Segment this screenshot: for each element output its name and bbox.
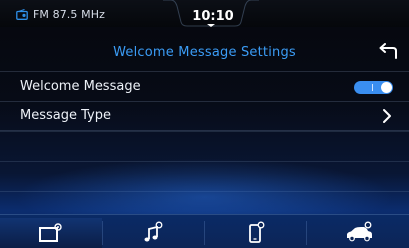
vehicle-settings-icon bbox=[347, 221, 372, 242]
nav-vehicle-settings[interactable] bbox=[306, 218, 408, 248]
toggle-knob bbox=[381, 82, 392, 93]
toggle-on-mark bbox=[372, 84, 373, 91]
message-type-row[interactable]: Message Type bbox=[0, 101, 409, 131]
background-glow bbox=[0, 155, 409, 215]
nav-sound-settings[interactable] bbox=[102, 218, 204, 248]
welcome-message-label: Welcome Message bbox=[20, 79, 141, 94]
back-arrow-icon[interactable] bbox=[376, 43, 400, 61]
bottom-nav bbox=[0, 214, 409, 248]
radio-frequency: FM 87.5 MHz bbox=[33, 8, 105, 21]
welcome-message-row[interactable]: Welcome Message bbox=[0, 71, 409, 102]
welcome-message-toggle[interactable] bbox=[354, 81, 393, 94]
settings-screen: FM 87.5 MHz 10:10 Welcome Message Settin… bbox=[0, 0, 409, 248]
list-divider bbox=[0, 131, 409, 132]
clock: 10:10 bbox=[192, 9, 234, 24]
radio-icon bbox=[16, 9, 28, 20]
phone-settings-icon bbox=[249, 221, 265, 243]
nav-phone-settings[interactable] bbox=[204, 218, 306, 248]
message-type-label: Message Type bbox=[20, 108, 111, 123]
chevron-right-icon[interactable] bbox=[381, 108, 393, 124]
display-settings-icon bbox=[39, 223, 62, 242]
status-bar: FM 87.5 MHz 10:10 bbox=[0, 0, 409, 27]
radio-status[interactable]: FM 87.5 MHz bbox=[16, 8, 105, 21]
sound-settings-icon bbox=[144, 221, 163, 242]
page-title: Welcome Message Settings bbox=[113, 45, 296, 60]
nav-display-settings[interactable] bbox=[0, 218, 102, 248]
